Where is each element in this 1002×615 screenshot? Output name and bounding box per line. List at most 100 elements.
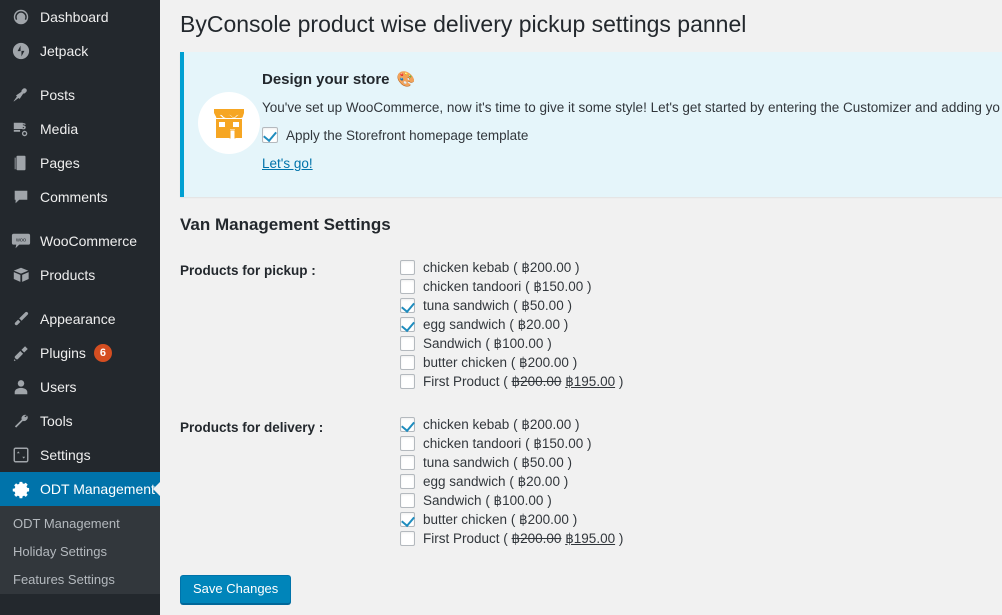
products-for-pickup-list: chicken kebab ( ฿200.00 ) chicken tandoor… (400, 260, 623, 393)
product-checkbox-row[interactable]: First Product ( ฿200.00 ฿195.00 ) (400, 374, 623, 390)
sidebar-item-label: Jetpack (40, 42, 89, 59)
product-name: Sandwich (423, 336, 482, 351)
product-checkbox[interactable] (400, 455, 415, 470)
submit-wrap: Save Changes (180, 575, 1002, 604)
product-label: butter chicken ( ฿200.00 ) (423, 512, 577, 528)
product-checkbox[interactable] (400, 260, 415, 275)
product-name: First Product (423, 374, 500, 389)
sidebar-item-label: WooCommerce (40, 232, 137, 249)
product-checkbox[interactable] (400, 355, 415, 370)
product-checkbox[interactable] (400, 279, 415, 294)
sidebar-item-settings[interactable]: Settings (0, 438, 160, 472)
sidebar-item-comments[interactable]: Comments (0, 180, 160, 214)
products-for-pickup-block: Products for pickup : chicken kebab ( ฿2… (180, 260, 1002, 393)
product-checkbox-row[interactable]: chicken tandoori ( ฿150.00 ) (400, 436, 623, 452)
apply-storefront-template-label: Apply the Storefront homepage template (286, 127, 529, 143)
sidebar-item-plugins[interactable]: Plugins 6 (0, 336, 160, 370)
product-label: egg sandwich ( ฿20.00 ) (423, 317, 568, 333)
product-label: First Product ( ฿200.00 ฿195.00 ) (423, 374, 624, 389)
submenu-item-features-settings[interactable]: Features Settings (0, 566, 160, 594)
sidebar-item-users[interactable]: Users (0, 370, 160, 404)
product-old-price: ฿200.00 (511, 531, 562, 546)
product-checkbox-row[interactable]: butter chicken ( ฿200.00 ) (400, 355, 623, 371)
product-name: egg sandwich (423, 317, 506, 332)
notice-body: Design your store 🎨 You've set up WooCom… (262, 68, 1002, 177)
sidebar-item-odt-management[interactable]: ODT Management (0, 472, 160, 506)
product-name: tuna sandwich (423, 455, 510, 470)
product-checkbox[interactable] (400, 374, 415, 389)
paintbrush-icon (11, 309, 31, 329)
product-name: butter chicken (423, 355, 508, 370)
product-checkbox-row[interactable]: egg sandwich ( ฿20.00 ) (400, 317, 623, 333)
active-item-arrow-icon (153, 481, 160, 497)
sidebar-item-badge: 6 (93, 344, 112, 362)
woocommerce-design-store-notice: Design your store 🎨 You've set up WooCom… (180, 52, 1002, 197)
product-label: tuna sandwich ( ฿50.00 ) (423, 298, 572, 314)
product-name: butter chicken (423, 512, 508, 527)
product-label: egg sandwich ( ฿20.00 ) (423, 474, 568, 490)
product-checkbox-row[interactable]: First Product ( ฿200.00 ฿195.00 ) (400, 531, 623, 547)
product-checkbox[interactable] (400, 317, 415, 332)
product-checkbox[interactable] (400, 512, 415, 527)
product-price: ( ฿100.00 ) (485, 493, 552, 508)
sidebar-separator (0, 292, 160, 302)
sidebar-item-posts[interactable]: Posts (0, 78, 160, 112)
product-checkbox-row[interactable]: chicken kebab ( ฿200.00 ) (400, 417, 623, 433)
product-checkbox[interactable] (400, 417, 415, 432)
lets-go-link[interactable]: Let's go! (262, 156, 313, 171)
storefront-icon (198, 91, 260, 154)
sidebar-item-woocommerce[interactable]: woo WooCommerce (0, 224, 160, 258)
apply-storefront-template-checkbox[interactable] (262, 127, 278, 143)
product-checkbox-row[interactable]: Sandwich ( ฿100.00 ) (400, 336, 623, 352)
palette-icon: 🎨 (396, 71, 416, 88)
product-checkbox[interactable] (400, 298, 415, 313)
product-checkbox-row[interactable]: chicken tandoori ( ฿150.00 ) (400, 279, 623, 295)
product-name: egg sandwich (423, 474, 506, 489)
product-checkbox-row[interactable]: egg sandwich ( ฿20.00 ) (400, 474, 623, 490)
product-checkbox[interactable] (400, 436, 415, 451)
wordpress-admin-screen: Dashboard Jetpack Posts Media Pages Comments w… (0, 0, 1002, 615)
product-label: Sandwich ( ฿100.00 ) (423, 336, 552, 352)
sidebar-item-media[interactable]: Media (0, 112, 160, 146)
product-label: chicken tandoori ( ฿150.00 ) (423, 279, 591, 295)
product-checkbox[interactable] (400, 531, 415, 546)
product-price: ( ฿150.00 ) (525, 436, 592, 451)
product-checkbox[interactable] (400, 474, 415, 489)
sidebar-item-label: Plugins (40, 344, 86, 361)
media-icon (11, 119, 31, 139)
products-for-pickup-label: Products for pickup : (180, 263, 316, 278)
product-checkbox-row[interactable]: tuna sandwich ( ฿50.00 ) (400, 298, 623, 314)
sidebar-item-tools[interactable]: Tools (0, 404, 160, 438)
apply-storefront-template-row[interactable]: Apply the Storefront homepage template (262, 127, 1000, 143)
jetpack-icon (11, 41, 31, 61)
product-checkbox[interactable] (400, 493, 415, 508)
notice-heading: Design your store 🎨 (262, 70, 1000, 90)
sidebar-item-pages[interactable]: Pages (0, 146, 160, 180)
product-price: ( ฿20.00 ) (509, 474, 569, 489)
products-for-delivery-label: Products for delivery : (180, 420, 324, 435)
sidebar-item-label: Products (40, 266, 96, 283)
sidebar-item-label: Comments (40, 188, 108, 205)
plug-icon (11, 343, 31, 363)
notice-icon-wrap (184, 68, 262, 177)
submenu-item-odt-management[interactable]: ODT Management (0, 510, 160, 538)
sidebar-item-jetpack[interactable]: Jetpack (0, 34, 160, 68)
section-heading: Van Management Settings (180, 215, 391, 234)
product-checkbox-row[interactable]: butter chicken ( ฿200.00 ) (400, 512, 623, 528)
product-checkbox-row[interactable]: tuna sandwich ( ฿50.00 ) (400, 455, 623, 471)
save-changes-button[interactable]: Save Changes (180, 575, 292, 604)
product-price: ( ฿100.00 ) (485, 336, 552, 351)
product-checkbox[interactable] (400, 336, 415, 351)
product-checkbox-row[interactable]: Sandwich ( ฿100.00 ) (400, 493, 623, 509)
products-for-delivery-list: chicken kebab ( ฿200.00 ) chicken tandoor… (400, 417, 623, 550)
product-name: chicken kebab (423, 417, 510, 432)
sliders-icon (11, 445, 31, 465)
sidebar-item-label: Media (40, 120, 79, 137)
product-checkbox-row[interactable]: chicken kebab ( ฿200.00 ) (400, 260, 623, 276)
product-name: chicken tandoori (423, 279, 522, 294)
sidebar-item-appearance[interactable]: Appearance (0, 302, 160, 336)
product-sale-price: ฿195.00 (565, 531, 616, 546)
sidebar-item-dashboard[interactable]: Dashboard (0, 0, 160, 34)
submenu-item-holiday-settings[interactable]: Holiday Settings (0, 538, 160, 566)
sidebar-item-products[interactable]: Products (0, 258, 160, 292)
